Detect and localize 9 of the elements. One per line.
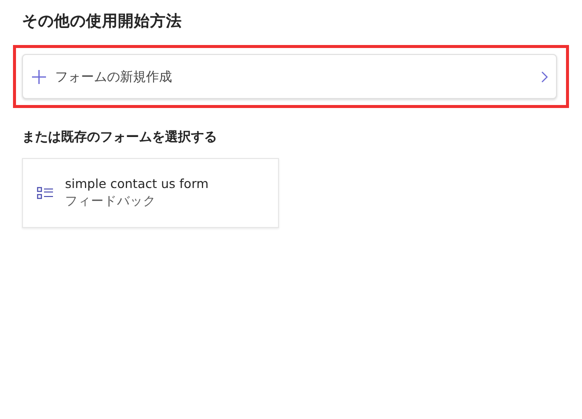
new-form-button[interactable]: フォームの新規作成 xyxy=(22,54,557,99)
form-card[interactable]: simple contact us form フィードバック xyxy=(22,158,279,228)
chevron-right-icon xyxy=(541,70,548,82)
plus-icon xyxy=(31,68,47,84)
section-subheading: または既存のフォームを選択する xyxy=(22,129,218,146)
section-heading: その他の使用開始方法 xyxy=(22,11,183,32)
form-title: simple contact us form xyxy=(65,176,209,191)
form-subtitle: フィードバック xyxy=(65,193,157,210)
list-icon xyxy=(37,187,53,199)
